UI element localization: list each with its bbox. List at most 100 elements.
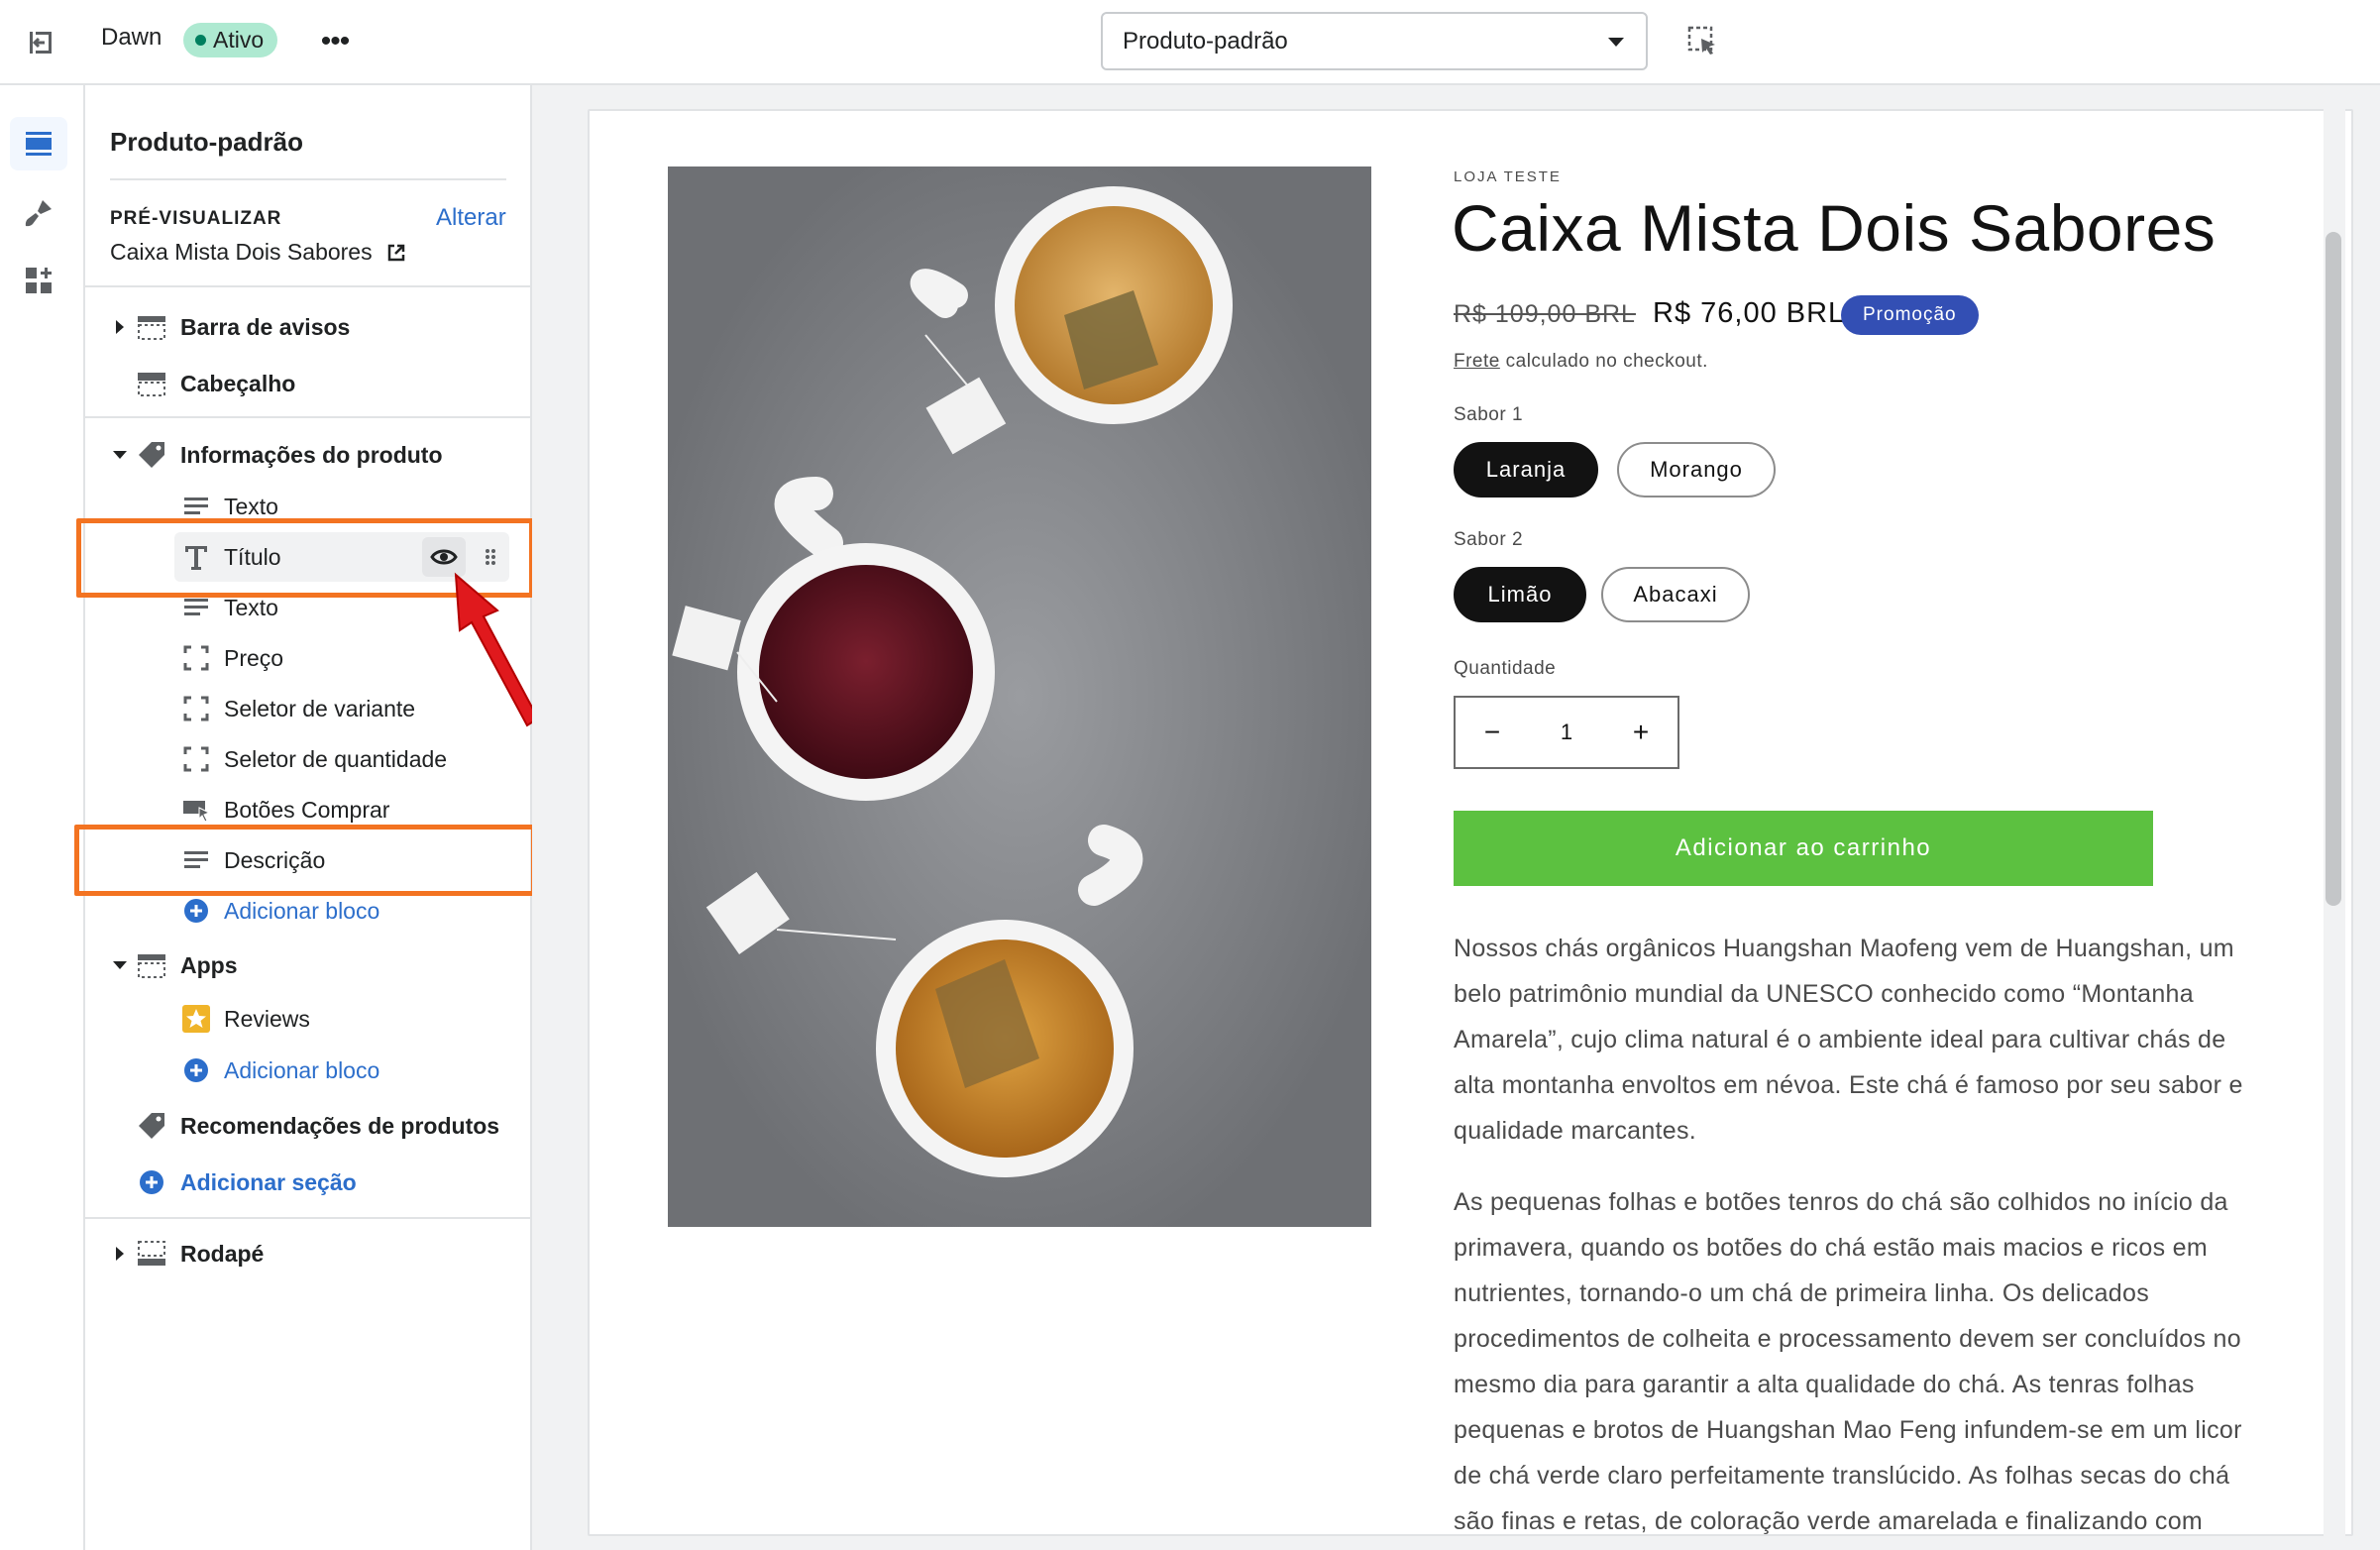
description-paragraph-2: As pequenas folhas e botões tenros do ch… <box>1454 1188 2242 1535</box>
product-vendor: LOJA TESTE <box>1454 168 1562 185</box>
theme-name: Dawn <box>101 24 162 51</box>
divider <box>85 1217 530 1219</box>
block-label: Reviews <box>224 1005 310 1032</box>
option2-value-abacaxi[interactable]: Abacaxi <box>1601 567 1750 622</box>
block-variant-picker[interactable]: Seletor de variante <box>85 684 530 733</box>
section-footer[interactable]: Rodapé <box>85 1229 530 1278</box>
block-description[interactable]: Descrição <box>85 835 530 885</box>
add-section-label: Adicionar seção <box>180 1168 357 1195</box>
rail-sections-button[interactable] <box>10 117 67 170</box>
drag-handle-icon[interactable] <box>483 547 498 567</box>
block-label: Texto <box>224 594 278 620</box>
block-quantity-selector[interactable]: Seletor de quantidade <box>85 734 530 784</box>
inspector-toggle-button[interactable] <box>1681 20 1725 63</box>
section-label: Rodapé <box>180 1240 265 1267</box>
sale-badge: Promoção <box>1841 295 1979 335</box>
status-dot <box>195 35 206 46</box>
exit-button[interactable] <box>16 20 65 65</box>
product-image[interactable] <box>668 166 1371 1227</box>
option1-value-morango[interactable]: Morango <box>1617 442 1776 498</box>
section-apps[interactable]: Apps <box>85 941 530 990</box>
option2-value-limao[interactable]: Limão <box>1454 567 1586 622</box>
section-header[interactable]: Cabeçalho <box>85 359 530 408</box>
sections-icon <box>26 132 52 156</box>
section-icon <box>136 949 167 981</box>
section-product-info[interactable]: Informações do produto <box>85 430 530 480</box>
shipping-link[interactable]: Frete <box>1454 351 1500 372</box>
tag-icon <box>136 439 167 471</box>
section-label: Barra de avisos <box>180 313 351 340</box>
preview-change-link[interactable]: Alterar <box>436 204 506 232</box>
rail-theme-settings-button[interactable] <box>10 186 67 240</box>
rail-apps-button[interactable] <box>10 254 67 307</box>
price-compare-at: R$ 109,00 BRL <box>1454 300 1636 328</box>
block-label: Seletor de quantidade <box>224 745 448 772</box>
price-current: R$ 76,00 BRL <box>1653 297 1846 329</box>
exit-icon <box>30 32 52 54</box>
block-label: Preço <box>224 644 284 671</box>
option2-label: Sabor 2 <box>1454 529 1524 550</box>
more-actions-button[interactable]: ••• <box>313 22 357 61</box>
tag-icon <box>136 1110 167 1142</box>
add-app-block-button[interactable]: Adicionar bloco <box>85 1046 530 1095</box>
chevron-down-icon <box>113 961 127 969</box>
plus-circle-icon <box>180 895 212 927</box>
quantity-stepper: − 1 + <box>1454 696 1679 769</box>
chevron-down-icon <box>1608 38 1624 47</box>
description-paragraph-1: Nossos chás orgânicos Huangshan Maofeng … <box>1454 935 2243 1145</box>
divider <box>110 178 506 180</box>
block-text[interactable]: Texto <box>85 482 530 531</box>
chevron-right-icon <box>116 320 124 334</box>
external-link-icon <box>387 244 404 261</box>
add-to-cart-button[interactable]: Adicionar ao carrinho <box>1454 811 2153 886</box>
add-block-button[interactable]: Adicionar bloco <box>85 886 530 936</box>
block-label: Botões Comprar <box>224 796 390 823</box>
block-price[interactable]: Preço <box>85 633 530 683</box>
block-reviews[interactable]: Reviews <box>85 994 530 1044</box>
eye-icon <box>430 549 458 565</box>
chevron-down-icon <box>113 451 127 459</box>
quantity-increase-button[interactable]: + <box>1604 698 1677 767</box>
text-lines-icon <box>180 844 212 876</box>
dashed-square-icon <box>180 642 212 674</box>
tea-cups-image <box>668 166 1371 1227</box>
more-icon: ••• <box>320 25 350 57</box>
block-title[interactable]: Título <box>85 532 530 582</box>
section-label: Apps <box>180 951 238 978</box>
section-label: Informações do produto <box>180 441 443 468</box>
template-select-value: Produto-padrão <box>1123 27 1288 55</box>
shipping-note: Frete calculado no checkout. <box>1454 351 1708 373</box>
paintbrush-icon <box>25 200 52 227</box>
plus-circle-icon <box>180 1054 212 1086</box>
section-icon <box>136 1238 167 1270</box>
divider <box>85 416 530 418</box>
preview-product[interactable]: Caixa Mista Dois Sabores <box>110 239 406 266</box>
section-recommendations[interactable]: Recomendações de produtos <box>85 1101 530 1151</box>
preview-canvas: LOJA TESTE Caixa Mista Dois Sabores R$ 1… <box>532 85 2380 1550</box>
quantity-decrease-button[interactable]: − <box>1456 698 1529 767</box>
section-icon <box>136 311 167 343</box>
text-lines-icon <box>180 592 212 623</box>
product-title: Caixa Mista Dois Sabores <box>1452 191 2217 265</box>
section-announcement-bar[interactable]: Barra de avisos <box>85 302 530 352</box>
add-block-label: Adicionar bloco <box>224 1056 380 1083</box>
dashed-square-icon <box>180 693 212 724</box>
dashed-square-icon <box>180 743 212 775</box>
option1-label: Sabor 1 <box>1454 404 1524 425</box>
plus-circle-icon <box>136 1166 167 1198</box>
option1-value-laranja[interactable]: Laranja <box>1454 442 1598 498</box>
block-label: Texto <box>224 493 278 519</box>
visibility-toggle[interactable] <box>422 537 466 577</box>
apps-icon <box>26 268 52 293</box>
section-icon <box>136 368 167 399</box>
block-buy-buttons[interactable]: Botões Comprar <box>85 785 530 834</box>
top-bar: Dawn Ativo ••• Produto-padrão <box>0 0 2380 85</box>
preview-scrollbar[interactable] <box>2326 232 2341 906</box>
quantity-input[interactable]: 1 <box>1529 698 1604 767</box>
template-select[interactable]: Produto-padrão <box>1101 12 1648 70</box>
add-section-button[interactable]: Adicionar seção <box>85 1158 530 1207</box>
title-t-icon <box>180 541 212 573</box>
shipping-text: calculado no checkout. <box>1499 351 1708 372</box>
status-badge-label: Ativo <box>213 27 265 53</box>
block-text[interactable]: Texto <box>85 583 530 632</box>
